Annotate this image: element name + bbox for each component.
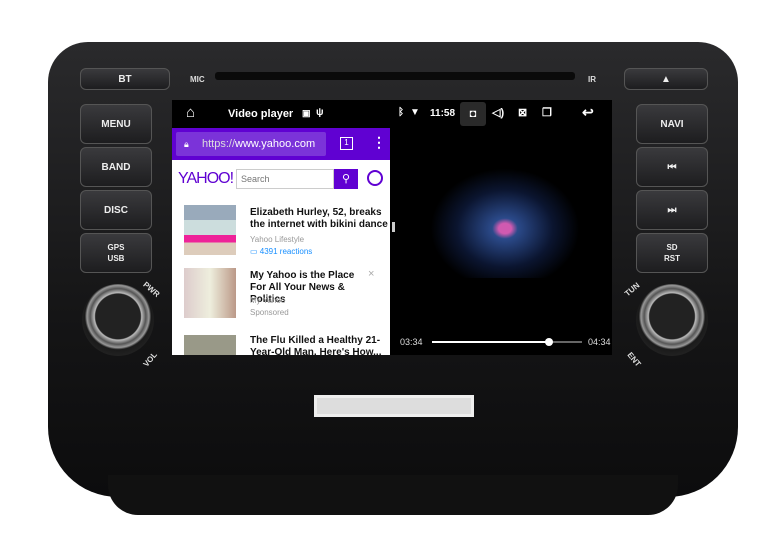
duration: 04:34 <box>588 337 611 347</box>
close-icon[interactable]: × <box>368 268 374 280</box>
article-source: Yahoo Lifestyle <box>250 235 305 244</box>
skip-previous-icon: ⏮ <box>667 161 677 173</box>
url-host: www.yahoo.com <box>235 138 316 150</box>
prev-button[interactable]: ⏮ <box>636 147 708 187</box>
split-divider-handle[interactable] <box>392 222 395 232</box>
status-bar: ⌂ Video player ▣ ψ ᛒ ▼ 11:58 ◘ ◁) ⊠ ❐ ↩ <box>172 100 612 128</box>
disc-label: DISC <box>104 204 128 216</box>
search-button[interactable]: ⚲ <box>334 169 358 189</box>
gps-usb-label: GPS USB <box>107 243 125 263</box>
yahoo-logo[interactable]: YAHOO! <box>178 170 234 188</box>
gps-usb-button[interactable]: GPS USB <box>80 233 152 273</box>
band-button[interactable]: BAND <box>80 147 152 187</box>
menu-button[interactable]: MENU <box>80 104 152 144</box>
seek-thumb[interactable] <box>544 338 553 346</box>
volume-icon[interactable]: ◁) <box>492 106 504 119</box>
skip-next-icon: ⏭ <box>667 204 677 216</box>
disc-slot <box>215 72 575 80</box>
menu-dots-icon[interactable]: ⋮ <box>372 134 386 151</box>
wifi-icon: ▼ <box>410 107 420 118</box>
camera-icon[interactable]: ◘ <box>460 102 486 126</box>
eject-icon: ▲ <box>661 73 671 85</box>
article-thumbnail <box>184 335 236 355</box>
video-pane[interactable]: 03:34 04:34 <box>390 128 612 355</box>
video-frame <box>430 168 580 278</box>
lock-icon: 🔒︎ <box>184 139 189 149</box>
bt-button[interactable]: BT <box>80 68 170 90</box>
article-title: Elizabeth Hurley, 52, breaks the interne… <box>250 207 388 230</box>
article-title: The Flu Killed a Healthy 21-Year-Old Man… <box>250 335 382 355</box>
usb-icon: ψ <box>316 107 324 118</box>
ir-label: IR <box>588 75 596 84</box>
next-button[interactable]: ⏭ <box>636 190 708 230</box>
navi-label: NAVI <box>660 118 684 130</box>
band-label: BAND <box>101 161 131 173</box>
browser-pane: 🔒︎ https://www.yahoo.com 1 ⋮ YAHOO! ⚲ El… <box>172 128 390 355</box>
menu-label: MENU <box>101 118 131 130</box>
mic-label: MIC <box>190 75 205 84</box>
screen: ⌂ Video player ▣ ψ ᛒ ▼ 11:58 ◘ ◁) ⊠ ❐ ↩ … <box>172 100 612 355</box>
comment-icon: ▭ <box>250 247 260 256</box>
navi-button[interactable]: NAVI <box>636 104 708 144</box>
home-icon[interactable]: ⌂ <box>186 104 195 121</box>
article-thumbnail <box>184 268 236 318</box>
volume-knob[interactable] <box>82 284 154 356</box>
url-bar: 🔒︎ https://www.yahoo.com 1 ⋮ <box>172 128 390 160</box>
multi-window-icon[interactable]: ❐ <box>542 106 552 119</box>
seek-bar[interactable] <box>432 338 582 346</box>
bluetooth-icon: ᛒ <box>398 107 404 118</box>
eject-button[interactable]: ▲ <box>624 68 708 90</box>
account-icon[interactable] <box>367 170 383 186</box>
search-input[interactable] <box>236 169 334 189</box>
article-source: My Yahoo <box>250 296 286 305</box>
reactions[interactable]: ▭ 4391 reactions <box>250 247 312 256</box>
vent-slot <box>314 395 474 417</box>
back-icon[interactable]: ↩ <box>582 104 594 121</box>
bt-label: BT <box>118 73 132 85</box>
article-2[interactable]: My Yahoo is the Place For All Your News … <box>184 268 384 328</box>
close-window-icon[interactable]: ⊠ <box>518 106 527 119</box>
article-1[interactable]: Elizabeth Hurley, 52, breaks the interne… <box>184 205 388 265</box>
tab-switcher-button[interactable]: 1 <box>340 137 353 150</box>
article-thumbnail <box>184 205 236 255</box>
elapsed-time: 03:34 <box>400 337 423 347</box>
reactions-count: 4391 reactions <box>259 247 313 256</box>
article-3[interactable]: The Flu Killed a Healthy 21-Year-Old Man… <box>184 333 384 355</box>
tune-knob[interactable] <box>636 284 708 356</box>
disc-button[interactable]: DISC <box>80 190 152 230</box>
url-prefix: https:// <box>202 138 236 150</box>
app-title: Video player <box>228 108 294 120</box>
sponsored-label: Sponsored <box>250 308 289 317</box>
sd-rst-button[interactable]: SD RST <box>636 233 708 273</box>
image-icon: ▣ <box>302 108 311 118</box>
clock: 11:58 <box>430 108 456 119</box>
seek-progress <box>432 341 549 343</box>
url-field[interactable]: 🔒︎ https://www.yahoo.com <box>176 132 326 156</box>
sd-rst-label: SD RST <box>664 243 680 263</box>
